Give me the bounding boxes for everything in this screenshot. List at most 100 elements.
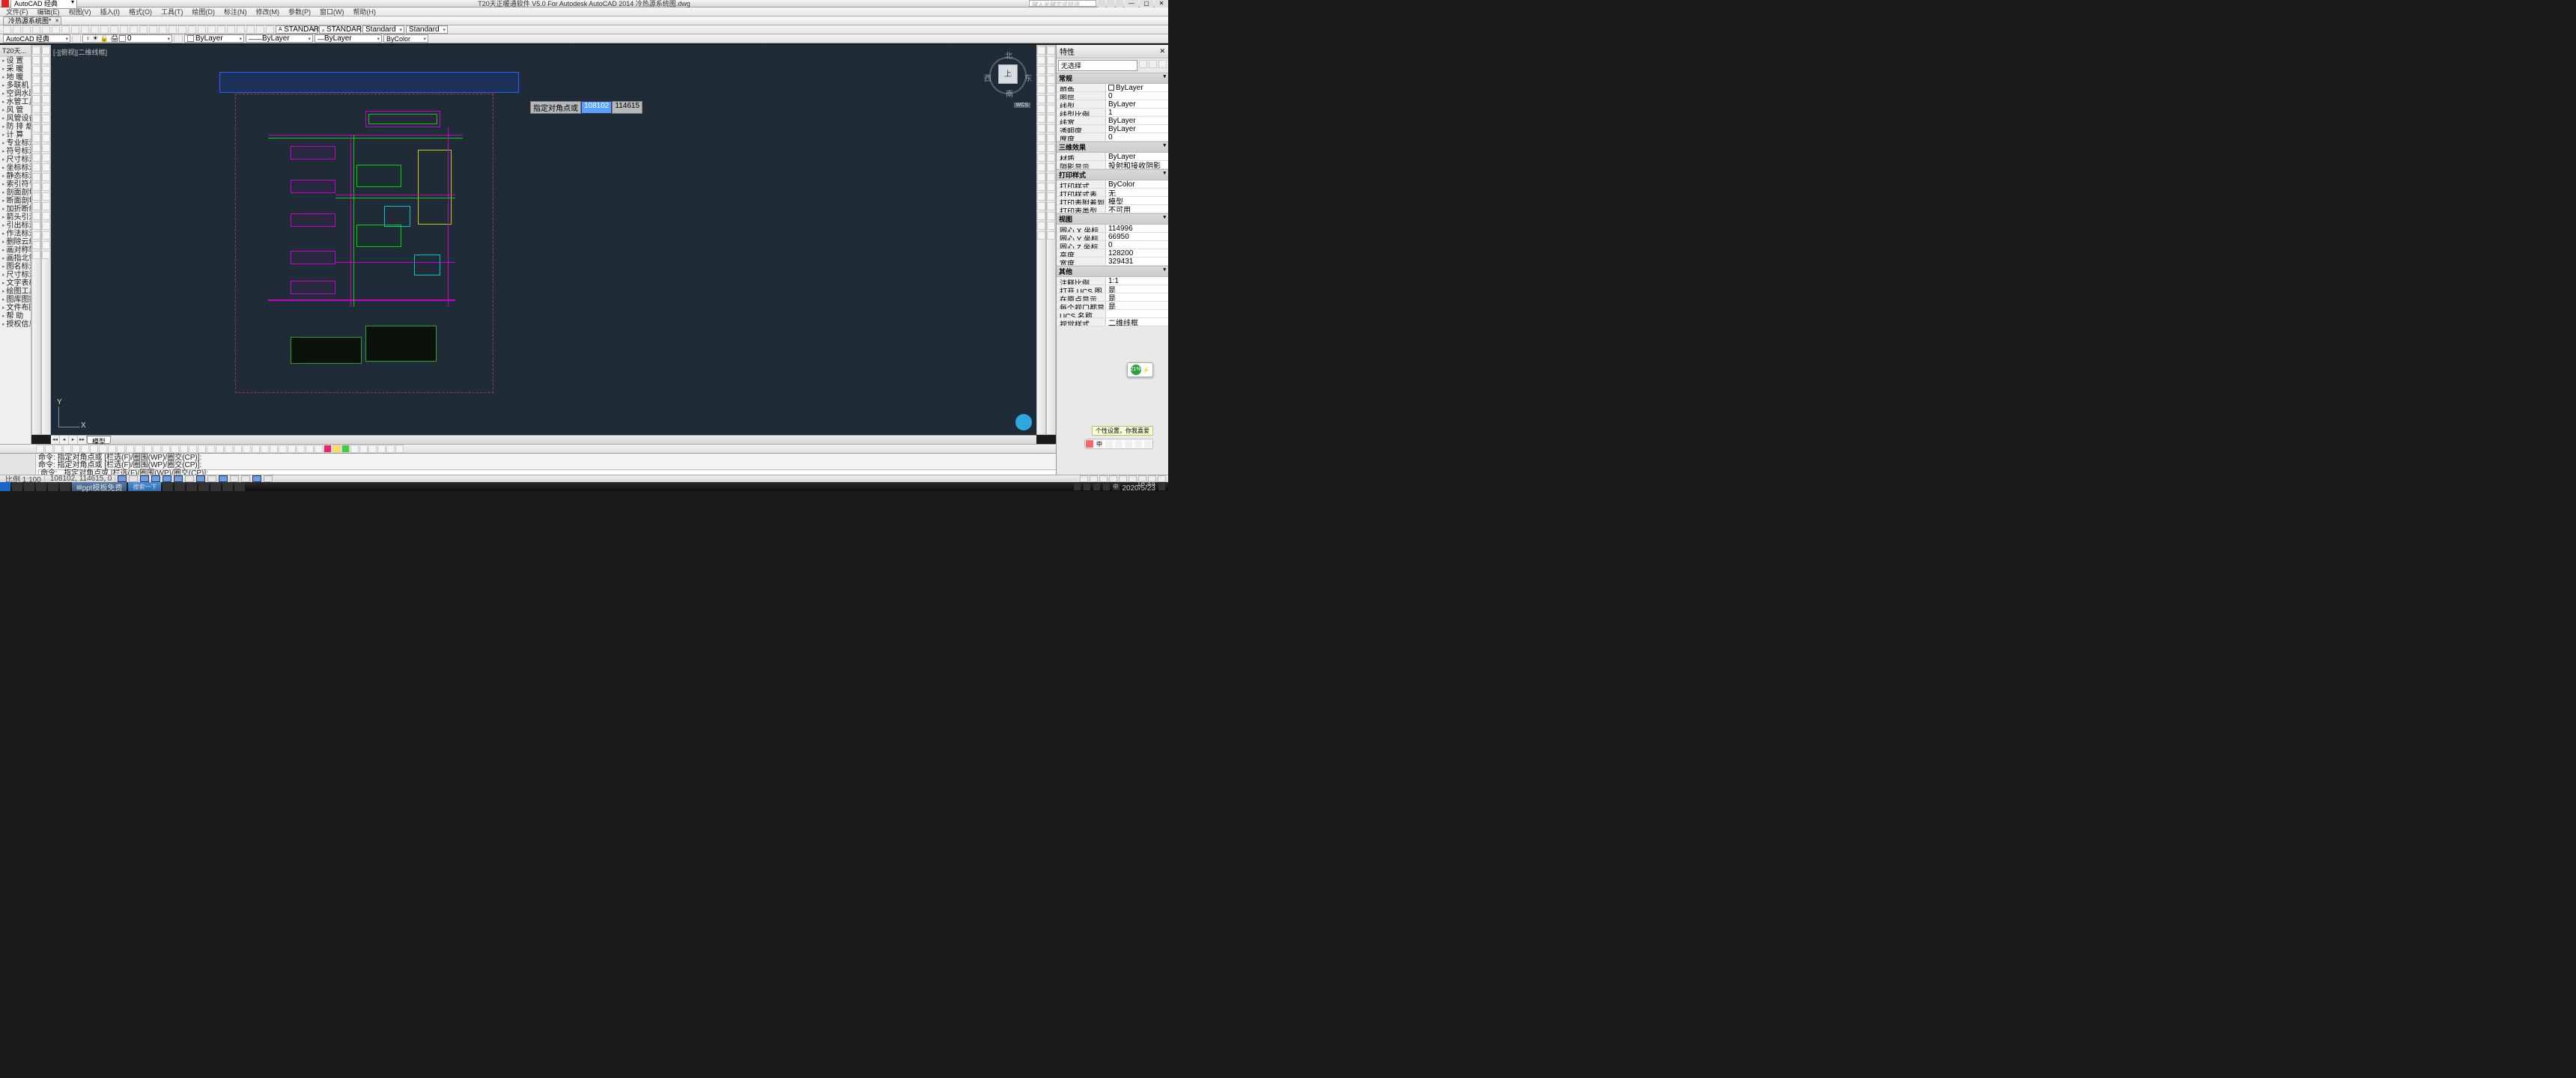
props-row[interactable]: 打印表附着到模型 [1057, 197, 1168, 205]
osnap-btn-21[interactable] [225, 445, 233, 453]
draw-tool-16[interactable] [32, 202, 40, 210]
layer-combo[interactable]: ♀ ☀ 🔓 🖨 0 [82, 34, 172, 43]
props-section[interactable]: 常规 [1057, 73, 1168, 84]
menu-window[interactable]: 窗口(W) [317, 7, 347, 16]
osnap-btn-13[interactable] [153, 445, 161, 453]
osnap-rec[interactable] [323, 445, 332, 453]
rtool-b-0[interactable] [1047, 46, 1055, 55]
osnap-btn-x4[interactable] [386, 445, 395, 453]
osnap-btn-19[interactable] [207, 445, 215, 453]
palette-item-5[interactable]: 水管工具 [0, 98, 31, 106]
palette-item-0[interactable]: 设 置 [0, 57, 31, 65]
palette-item-27[interactable]: 文字表格 [0, 279, 31, 287]
text-style-dropdown[interactable]: A STANDARD [276, 25, 318, 34]
menu-dim[interactable]: 标注(N) [221, 7, 250, 16]
props-row[interactable]: 每个视口都显示 UCS是 [1057, 302, 1168, 310]
modify-tool-19[interactable] [42, 231, 50, 240]
palette-item-32[interactable]: 授权信息 [0, 320, 31, 329]
exchange-icon[interactable] [1107, 0, 1114, 7]
props-row[interactable]: 图层0 [1057, 92, 1168, 100]
props-row[interactable]: 注释比例1:1 [1057, 277, 1168, 285]
standard-tool-15[interactable] [149, 25, 157, 34]
toggle-tpy[interactable] [241, 475, 250, 482]
plotstyle-combo[interactable]: ByColor [383, 34, 428, 43]
table-style-dropdown[interactable]: Standard [362, 25, 404, 34]
props-row[interactable]: 圆心 Y 坐标66950 [1057, 233, 1168, 241]
toggle-grid[interactable] [140, 475, 149, 482]
modify-tool-14[interactable] [42, 183, 50, 191]
rtool-a-14[interactable] [1037, 183, 1045, 191]
draw-tool-17[interactable] [32, 212, 40, 220]
rtool-b-18[interactable] [1047, 222, 1055, 230]
draw-tool-3[interactable] [32, 76, 40, 84]
props-row[interactable]: 打开 UCS 图标是 [1057, 285, 1168, 293]
modify-tool-4[interactable] [42, 85, 50, 94]
menu-tools[interactable]: 工具(T) [158, 7, 186, 16]
draw-tool-8[interactable] [32, 124, 40, 133]
status-ws[interactable] [1119, 475, 1127, 482]
draw-tool-21[interactable] [32, 251, 40, 259]
palette-item-16[interactable]: 剖面剖切 [0, 189, 31, 197]
osnap-btn-x0[interactable] [350, 445, 359, 453]
osnap-btn-30[interactable] [306, 445, 314, 453]
modify-tool-7[interactable] [42, 115, 50, 123]
minimize-button[interactable]: — [1125, 0, 1138, 7]
standard-tool-10[interactable] [100, 25, 109, 34]
osnap-btn-3[interactable] [63, 445, 71, 453]
osnap-btn-10[interactable] [126, 445, 134, 453]
palette-item-21[interactable]: 作法标注 [0, 230, 31, 238]
modify-tool-6[interactable] [42, 105, 50, 113]
osnap-btn-1[interactable] [45, 445, 53, 453]
ime-toolbar[interactable]: 中 [1084, 439, 1153, 449]
rtool-a-16[interactable] [1037, 202, 1045, 210]
rtool-a-15[interactable] [1037, 192, 1045, 201]
palette-item-4[interactable]: 空调水路 [0, 90, 31, 98]
draw-tool-20[interactable] [32, 241, 40, 249]
close-button[interactable]: ✕ [1155, 0, 1168, 7]
task-app-wechat[interactable] [210, 482, 221, 491]
standard-tool-1[interactable] [13, 25, 21, 34]
props-row[interactable]: 圆心 X 坐标114996 [1057, 225, 1168, 233]
rtool-b-19[interactable] [1047, 231, 1055, 240]
rtool-b-9[interactable] [1047, 134, 1055, 142]
status-annoscale[interactable] [1109, 475, 1117, 482]
task-cortana-icon[interactable] [24, 482, 34, 491]
modify-tool-9[interactable] [42, 134, 50, 142]
task-app-mail[interactable] [186, 482, 197, 491]
task-app-edge[interactable] [162, 482, 173, 491]
rtool-a-0[interactable] [1037, 46, 1045, 55]
status-qview[interactable] [1090, 475, 1098, 482]
standard-tool-7[interactable] [71, 25, 79, 34]
osnap-btn-16[interactable] [180, 445, 188, 453]
modify-tool-13[interactable] [42, 173, 50, 181]
osnap-btn-24[interactable] [252, 445, 260, 453]
draw-tool-10[interactable] [32, 144, 40, 152]
menu-param[interactable]: 参数(P) [285, 7, 314, 16]
properties-close-icon[interactable]: ✕ [1159, 47, 1165, 55]
props-section[interactable]: 打印样式 [1057, 169, 1168, 180]
draw-tool-18[interactable] [32, 222, 40, 230]
layout-nav-first[interactable]: ◂◂ [51, 436, 60, 444]
palette-header[interactable]: T20天... [0, 45, 31, 57]
palette-item-31[interactable]: 帮 助 [0, 312, 31, 320]
layer-tools-icon[interactable] [72, 34, 81, 43]
color-combo[interactable]: ByLayer [184, 34, 244, 43]
menu-insert[interactable]: 插入(I) [97, 7, 124, 16]
toggle-3dosnap[interactable] [185, 475, 194, 482]
pickadd-icon[interactable] [1149, 60, 1157, 68]
autodesk-social-icon[interactable] [1015, 414, 1032, 430]
props-row[interactable]: 打印样式表无 [1057, 189, 1168, 197]
ime-tool-icon[interactable] [1134, 440, 1142, 448]
standard-tool-0[interactable] [3, 25, 11, 34]
rtool-b-7[interactable] [1047, 115, 1055, 123]
rtool-a-18[interactable] [1037, 222, 1045, 230]
toggle-lwt[interactable] [230, 475, 239, 482]
modify-tool-18[interactable] [42, 222, 50, 230]
status-clean[interactable] [1158, 475, 1166, 482]
rtool-a-12[interactable] [1037, 163, 1045, 171]
modify-tool-15[interactable] [42, 192, 50, 201]
toggle-ortho[interactable] [151, 475, 160, 482]
rtool-a-1[interactable] [1037, 56, 1045, 64]
rtool-a-4[interactable] [1037, 85, 1045, 94]
draw-tool-0[interactable] [32, 46, 40, 55]
